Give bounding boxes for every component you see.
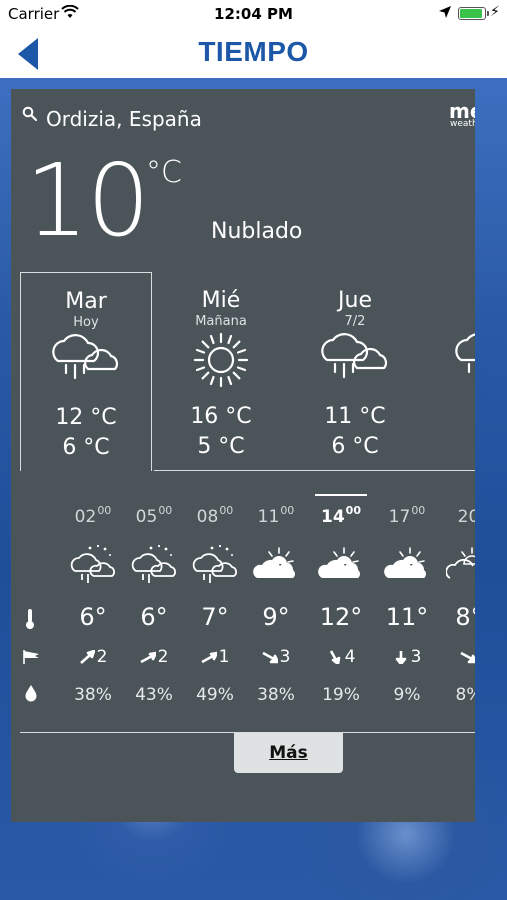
- wind-arrow-icon: [460, 651, 475, 664]
- hour-rain-probability: 8%: [455, 685, 476, 705]
- day-name: Jue: [338, 288, 372, 313]
- day-high: 16 °C: [190, 404, 252, 429]
- current-temperature: 10: [25, 142, 150, 259]
- hour-label: 1700: [388, 504, 426, 527]
- hour-label: 20: [457, 507, 475, 527]
- day-name: Mié: [201, 288, 241, 313]
- hour-rain-probability: 38%: [257, 685, 295, 705]
- hour-label: 0200: [74, 504, 112, 527]
- day-name: V: [423, 288, 475, 313]
- day-name: Mar: [65, 289, 107, 314]
- status-bar: Carrier 12:04 PM ⚡: [0, 0, 507, 28]
- hour-temperature: 12°: [319, 603, 363, 631]
- day-card-today[interactable]: Mar Hoy 12 °C 6 °C: [20, 272, 152, 471]
- hour-label: 0800: [196, 504, 234, 527]
- charging-icon: ⚡: [490, 4, 500, 20]
- day-high: 1: [423, 404, 475, 429]
- day-low: 6 °C: [62, 435, 110, 460]
- hour-wind: 1: [189, 647, 241, 667]
- temperature-unit: °C: [146, 155, 182, 190]
- brand-logo-sub: weath: [450, 119, 475, 129]
- day-card-friday[interactable]: V 1 5: [423, 272, 475, 471]
- day-low: 5: [423, 434, 475, 459]
- sun-cloud-icon: [315, 544, 367, 588]
- hour-temperature: 6°: [79, 603, 107, 631]
- sun-cloud-icon: [443, 544, 475, 588]
- hour-wind: 3: [250, 647, 302, 667]
- hour-temperature: 9°: [262, 603, 290, 631]
- raindrop-icon: [24, 684, 38, 706]
- hour-label: 1100: [257, 504, 295, 527]
- cloud-rain-icon: [289, 330, 421, 386]
- day-low: 5 °C: [197, 434, 245, 459]
- weather-card: Ordizia, España me weath 10 °C Nublado M…: [11, 89, 475, 822]
- day-high: 12 °C: [55, 405, 117, 430]
- day-low: 6 °C: [331, 434, 379, 459]
- hour-label: 0500: [135, 504, 173, 527]
- clock: 12:04 PM: [214, 5, 293, 23]
- wind-arrow-icon: [139, 651, 157, 664]
- hour-wind: 4: [315, 647, 367, 667]
- night-cloud-rain-icon: [67, 544, 119, 588]
- wind-arrow-icon: [79, 649, 95, 664]
- battery-icon: [458, 7, 489, 20]
- hour-wind: [443, 647, 475, 667]
- day-sub: 7/2: [344, 314, 366, 329]
- selected-hour-indicator: [315, 494, 367, 496]
- hour-temperature: 7°: [201, 603, 229, 631]
- wind-flag-icon: [22, 649, 42, 669]
- hour-rain-probability: 38%: [74, 685, 112, 705]
- wind-arrow-icon: [200, 651, 218, 664]
- hour-temperature: 8°: [455, 603, 475, 631]
- thermometer-icon: [24, 608, 36, 634]
- sun-cloud-icon: [250, 544, 302, 588]
- hour-rain-probability: 9%: [393, 685, 421, 705]
- sun-icon: [155, 330, 287, 398]
- wind-arrow-icon: [329, 650, 340, 666]
- hour-temperature: 6°: [140, 603, 168, 631]
- sun-cloud-icon: [381, 544, 433, 588]
- location-label[interactable]: Ordizia, España: [46, 107, 202, 131]
- day-high: 11 °C: [324, 404, 386, 429]
- hour-rain-probability: 43%: [135, 685, 173, 705]
- location-arrow-icon: [438, 5, 452, 23]
- current-condition: Nublado: [211, 219, 303, 244]
- hour-wind: 2: [128, 647, 180, 667]
- day-card-thursday[interactable]: Jue 7/2 11 °C 6 °C: [289, 272, 421, 471]
- hour-rain-probability: 19%: [322, 685, 360, 705]
- hour-temperature: 11°: [385, 603, 429, 631]
- day-sub: Mañana: [195, 314, 247, 329]
- more-button[interactable]: Más: [234, 733, 343, 773]
- cloud-rain-icon: [423, 330, 475, 386]
- day-card-tomorrow[interactable]: Mié Mañana 16 °C 5 °C: [155, 272, 287, 471]
- wind-arrow-icon: [261, 651, 279, 664]
- search-icon[interactable]: [22, 106, 38, 126]
- page-title: TIEMPO: [198, 36, 309, 67]
- night-cloud-rain-icon: [189, 544, 241, 588]
- hour-wind: 2: [67, 647, 119, 667]
- cloud-rain-icon: [21, 331, 151, 387]
- wind-arrow-icon: [395, 651, 406, 666]
- day-sub: Hoy: [73, 315, 99, 330]
- night-cloud-rain-icon: [128, 544, 180, 588]
- hour-wind: 3: [381, 647, 433, 667]
- hour-label: 1400: [321, 504, 361, 527]
- nav-bar: TIEMPO: [0, 28, 507, 78]
- hour-rain-probability: 49%: [196, 685, 234, 705]
